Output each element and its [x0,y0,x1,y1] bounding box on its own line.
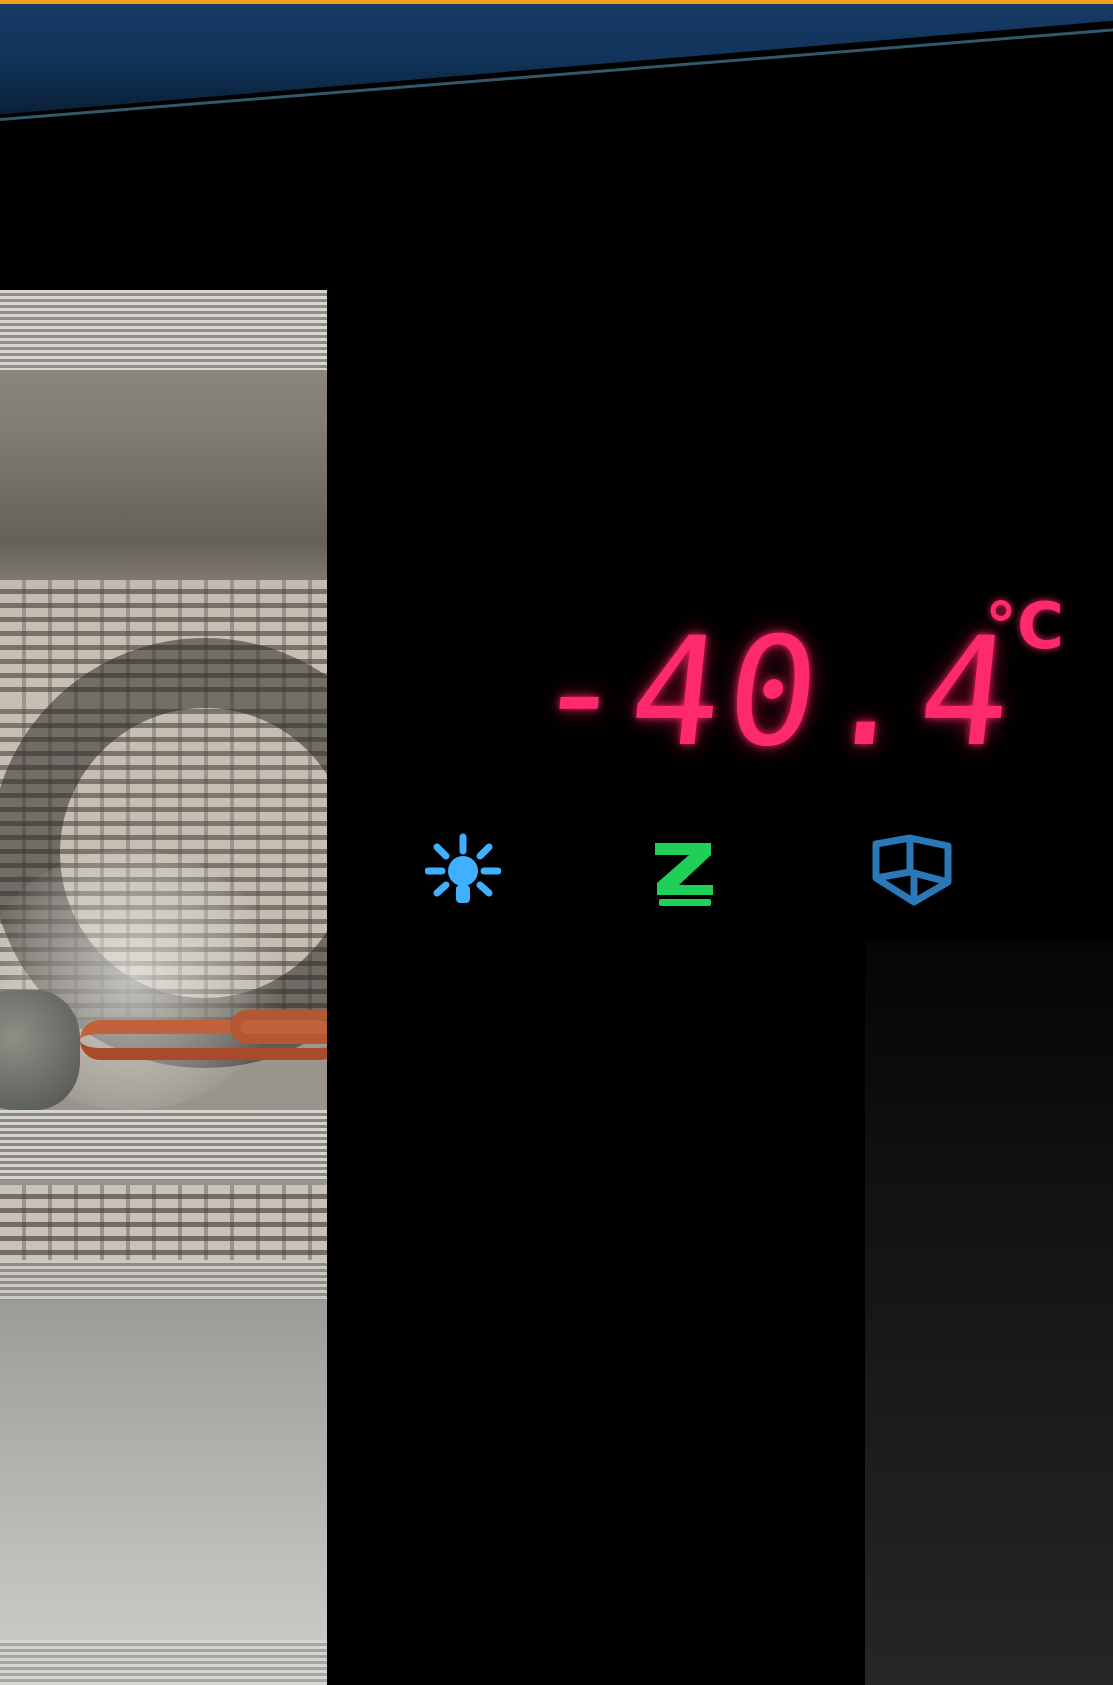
ice-cube-icon[interactable] [868,830,958,910]
panel-edge [0,0,1113,130]
eco-icon[interactable] [645,833,725,909]
temperature-readout: -40.4 [525,606,1026,780]
temperature-unit: °C [985,590,1064,664]
light-icon[interactable] [425,833,501,909]
freezer-window [0,290,327,1685]
glass-glare [0,290,327,1685]
side-panel [865,940,1113,1685]
